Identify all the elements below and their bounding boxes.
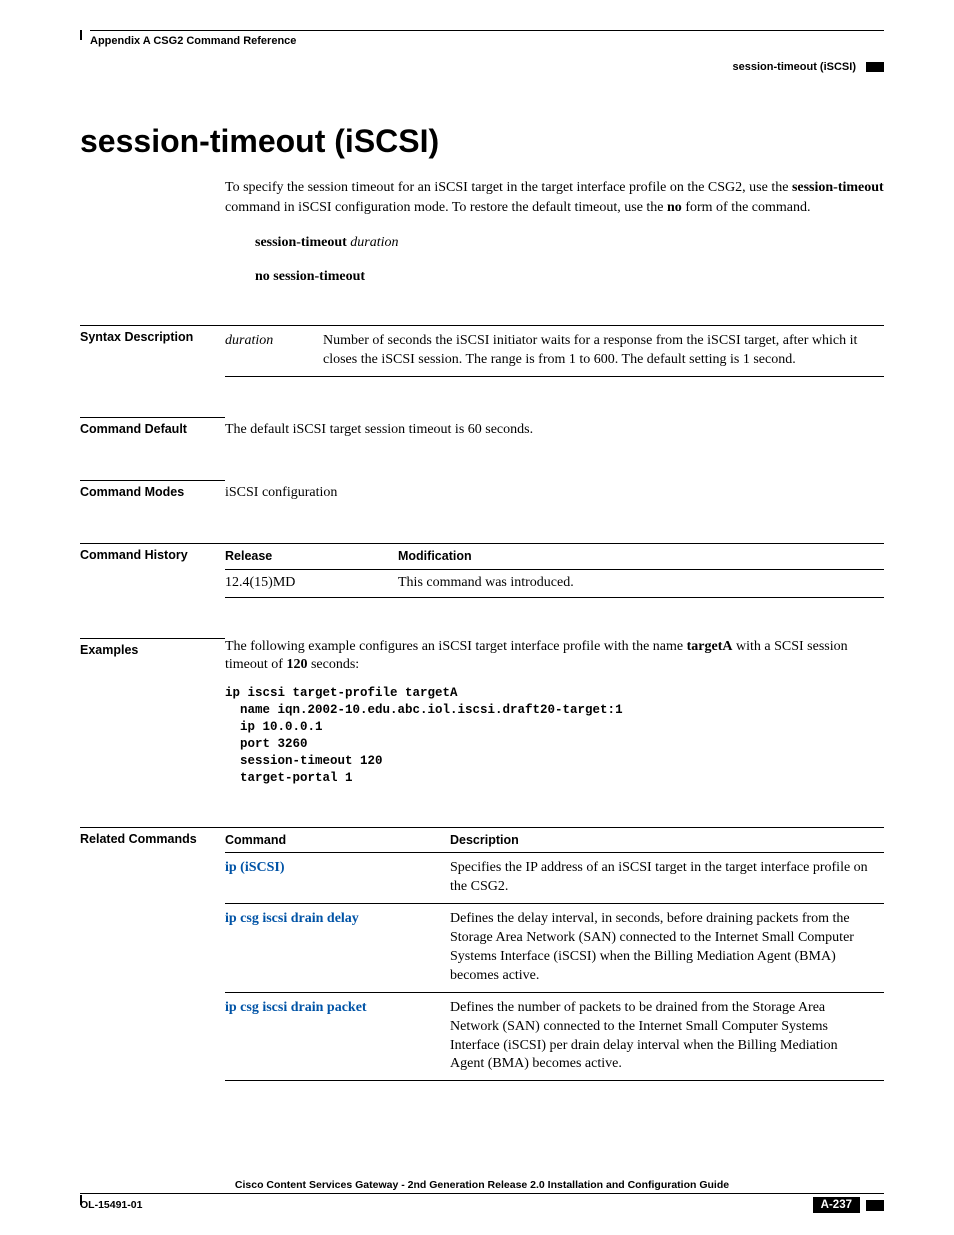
command-default-section: Command Default The default iSCSI target… — [80, 417, 884, 440]
syntax-description-section: Syntax Description duration Number of se… — [80, 325, 884, 377]
related-command-link[interactable]: ip csg iscsi drain packet — [225, 1000, 367, 1015]
page-title: session-timeout (iSCSI) — [80, 123, 884, 160]
example-code: ip iscsi target-profile targetA name iqn… — [225, 685, 884, 786]
syntax-arg: duration — [225, 326, 323, 377]
corner-tick — [80, 1195, 82, 1205]
corner-tick — [80, 30, 82, 40]
col-modification: Modification — [398, 543, 884, 569]
default-text: The default iSCSI target session timeout… — [225, 417, 884, 440]
table-row: ip csg iscsi drain delay Defines the del… — [225, 904, 884, 993]
release-cell: 12.4(15)MD — [225, 569, 398, 597]
footer-guide-title: Cisco Content Services Gateway - 2nd Gen… — [80, 1179, 884, 1194]
example-paragraph: The following example configures an iSCS… — [225, 638, 884, 676]
col-command: Command — [225, 827, 450, 853]
header-endcap-icon — [866, 62, 884, 72]
intro-block: To specify the session timeout for an iS… — [225, 178, 884, 285]
col-release: Release — [225, 543, 398, 569]
related-desc: Defines the number of packets to be drai… — [450, 992, 884, 1081]
related-desc: Specifies the IP address of an iSCSI tar… — [450, 853, 884, 904]
related-table: Command Description ip (iSCSI) Specifies… — [225, 827, 884, 1082]
table-row: duration Number of seconds the iSCSI ini… — [225, 326, 884, 377]
section-label: Syntax Description — [80, 325, 225, 377]
col-description: Description — [450, 827, 884, 853]
table-row: ip (iSCSI) Specifies the IP address of a… — [225, 853, 884, 904]
topic-title: session-timeout (iSCSI) — [733, 61, 856, 73]
document-id: OL-15491-01 — [80, 1199, 142, 1211]
syntax-desc: Number of seconds the iSCSI initiator wa… — [323, 326, 884, 377]
syntax-usage-1: session-timeout duration — [255, 235, 884, 251]
header-rule — [90, 30, 884, 31]
table-row: 12.4(15)MD This command was introduced. — [225, 569, 884, 597]
syntax-usage-2: no session-timeout — [255, 269, 884, 285]
section-label: Command Modes — [80, 480, 225, 503]
related-command-link[interactable]: ip csg iscsi drain delay — [225, 911, 359, 926]
syntax-table: duration Number of seconds the iSCSI ini… — [225, 325, 884, 377]
section-label: Command History — [80, 543, 225, 598]
footer-endcap-icon — [866, 1200, 884, 1211]
related-desc: Defines the delay interval, in seconds, … — [450, 904, 884, 993]
section-label: Related Commands — [80, 827, 225, 1082]
intro-paragraph: To specify the session timeout for an iS… — [225, 178, 884, 217]
page-number: A-237 — [813, 1197, 860, 1213]
topic-header: session-timeout (iSCSI) — [80, 61, 884, 73]
page-footer: Cisco Content Services Gateway - 2nd Gen… — [80, 1179, 884, 1213]
command-modes-section: Command Modes iSCSI configuration — [80, 480, 884, 503]
history-table: Release Modification 12.4(15)MD This com… — [225, 543, 884, 598]
table-header-row: Command Description — [225, 827, 884, 853]
modes-text: iSCSI configuration — [225, 480, 884, 503]
running-header: Appendix A CSG2 Command Reference — [90, 35, 884, 47]
appendix-label: Appendix A CSG2 Command Reference — [90, 35, 296, 47]
table-row: ip csg iscsi drain packet Defines the nu… — [225, 992, 884, 1081]
table-header-row: Release Modification — [225, 543, 884, 569]
examples-section: Examples The following example configure… — [80, 638, 884, 787]
section-label: Examples — [80, 638, 225, 787]
section-label: Command Default — [80, 417, 225, 440]
document-page: Appendix A CSG2 Command Reference sessio… — [0, 0, 954, 1235]
related-command-link[interactable]: ip (iSCSI) — [225, 860, 285, 875]
related-commands-section: Related Commands Command Description ip … — [80, 827, 884, 1082]
command-history-section: Command History Release Modification 12.… — [80, 543, 884, 598]
modification-cell: This command was introduced. — [398, 569, 884, 597]
